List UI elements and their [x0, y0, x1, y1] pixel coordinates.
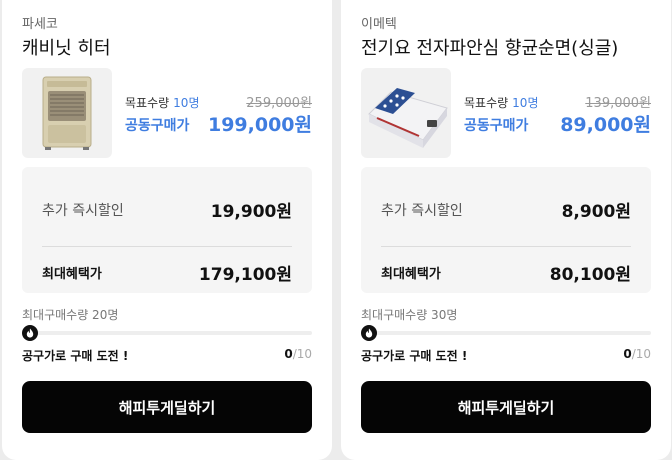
- goal-count: 10명: [512, 96, 539, 110]
- extra-discount-value: 19,900원: [210, 202, 292, 222]
- progress-count: 0/10: [284, 347, 312, 361]
- divider: [381, 246, 631, 247]
- goal-label: 목표수량: [464, 96, 509, 110]
- original-price: 259,000원: [246, 96, 312, 111]
- divider: [42, 246, 292, 247]
- happy-together-deal-button[interactable]: 해피투게딜하기: [361, 381, 651, 433]
- product-card-heater[interactable]: 파세코 캐비닛 히터 목표수량 10명 259,000원 공동구매가 199,00…: [2, 0, 332, 460]
- max-purchase-qty: 최대구매수량 30명: [361, 308, 458, 322]
- progress-track: [22, 331, 312, 335]
- challenge-text: 공구가로 구매 도전 !: [22, 349, 129, 363]
- flame-icon: [365, 328, 373, 338]
- max-benefit-price: 80,100원: [549, 265, 631, 285]
- heater-icon: [42, 76, 92, 150]
- product-image[interactable]: [22, 68, 112, 158]
- progress-current: 0: [623, 347, 632, 361]
- product-name[interactable]: 캐비닛 히터: [22, 34, 111, 60]
- group-buy-label: 공동구매가: [464, 118, 529, 134]
- product-card-blanket[interactable]: 이메텍 전기요 전자파안심 향균순면(싱글) 목표수량 10명 139,000원 …: [341, 0, 671, 460]
- product-name[interactable]: 전기요 전자파안심 향균순면(싱글): [361, 34, 618, 60]
- benefit-panel: 추가 즉시할인 8,900원 최대혜택가 80,100원: [361, 167, 651, 293]
- progress-count: 0/10: [623, 347, 651, 361]
- extra-discount-value: 8,900원: [561, 202, 631, 222]
- happy-together-deal-button[interactable]: 해피투게딜하기: [22, 381, 312, 433]
- max-benefit-label: 최대혜택가: [381, 267, 441, 282]
- electric-blanket-icon: [368, 88, 448, 148]
- max-benefit-price: 179,100원: [198, 265, 292, 285]
- extra-discount-label: 추가 즉시할인: [381, 203, 463, 219]
- progress-total: /10: [292, 347, 312, 361]
- brand-name: 파세코: [22, 17, 58, 32]
- progress-current: 0: [284, 347, 293, 361]
- goal-label: 목표수량: [125, 96, 170, 110]
- progress-total: /10: [631, 347, 651, 361]
- group-buy-price: 199,000원: [207, 114, 312, 136]
- group-buy-price: 89,000원: [560, 114, 651, 136]
- original-price: 139,000원: [585, 96, 651, 111]
- max-purchase-qty: 최대구매수량 20명: [22, 308, 119, 322]
- progress-track: [361, 331, 651, 335]
- challenge-text: 공구가로 구매 도전 !: [361, 349, 468, 363]
- progress-knob: [22, 325, 38, 341]
- extra-discount-label: 추가 즉시할인: [42, 203, 124, 219]
- flame-icon: [26, 328, 34, 338]
- progress-knob: [361, 325, 377, 341]
- benefit-panel: 추가 즉시할인 19,900원 최대혜택가 179,100원: [22, 167, 312, 293]
- product-image[interactable]: [361, 68, 451, 158]
- max-benefit-label: 최대혜택가: [42, 267, 102, 282]
- brand-name: 이메텍: [361, 17, 397, 32]
- goal-count: 10명: [173, 96, 200, 110]
- group-buy-label: 공동구매가: [125, 118, 190, 134]
